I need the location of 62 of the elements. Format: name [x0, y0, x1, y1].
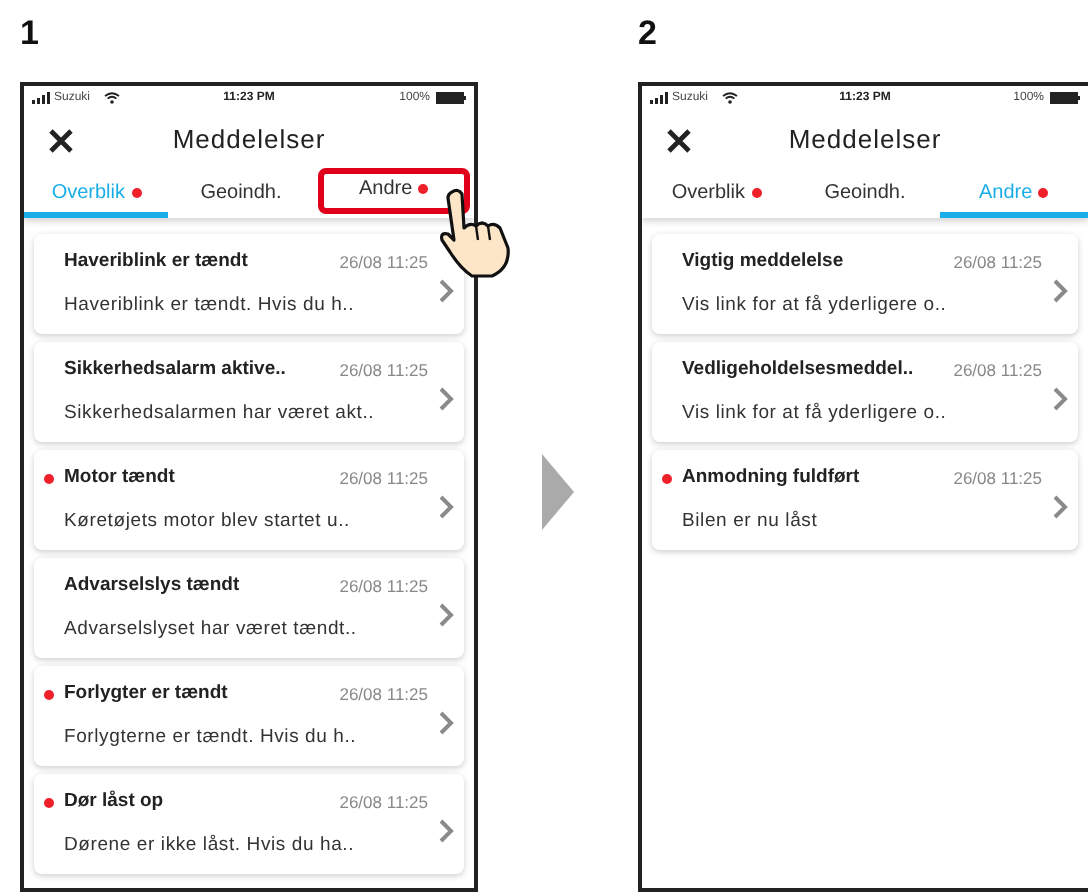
chevron-right-icon — [1052, 385, 1068, 411]
tab[interactable]: Geoindh. — [790, 172, 940, 218]
chevron-right-icon — [438, 385, 454, 411]
screen-title: Meddelelser — [170, 122, 328, 159]
message-time: 26/08 11:25 — [339, 682, 428, 708]
next-step-arrow-icon — [542, 453, 574, 529]
message-card[interactable]: Forlygter er tændt 26/08 11:25 Forlygterne er tændt. Hvis du h.. — [34, 666, 464, 766]
message-preview: Vis link for at få yderligere o.. — [682, 291, 949, 319]
message-title: Forlygter er tændt — [64, 680, 230, 709]
message-card[interactable]: Anmodning fuldført 26/08 11:25 Bilen er nu låst — [652, 450, 1078, 550]
battery-icon — [436, 91, 466, 103]
message-time: 26/08 11:25 — [339, 574, 428, 600]
step-number: 2 — [638, 16, 657, 50]
chevron-right-icon — [438, 709, 454, 735]
message-preview: Bilen er nu låst — [682, 507, 820, 535]
message-card[interactable]: Haveriblink er tændt 26/08 11:25 Haveriblink er tændt. Hvis du h.. — [34, 234, 464, 334]
chevron-right-icon — [1052, 493, 1068, 519]
tab[interactable]: Andre — [321, 172, 466, 210]
tab[interactable]: Overblik — [642, 172, 791, 218]
screen-title: Meddelelser — [786, 122, 944, 159]
message-time: 26/08 11:25 — [953, 466, 1042, 492]
message-time: 26/08 11:25 — [339, 466, 428, 492]
message-time: 26/08 11:25 — [953, 358, 1042, 384]
message-preview: Advarselslyset har været tændt.. — [64, 615, 359, 643]
message-preview: Dørene er ikke låst. Hvis du ha.. — [64, 831, 357, 859]
message-preview: Vis link for at få yderligere o.. — [682, 399, 949, 427]
chevron-right-icon — [438, 493, 454, 519]
signal-icon — [650, 91, 668, 103]
message-preview: Sikkerhedsalarmen har været akt.. — [64, 399, 377, 427]
message-title: Anmodning fuldført — [682, 464, 862, 493]
message-time: 26/08 11:25 — [339, 250, 428, 276]
message-card[interactable]: Advarselslys tændt 26/08 11:25 Advarselslyset har været tændt.. — [34, 558, 464, 658]
wifi-icon — [722, 91, 739, 103]
message-title: Motor tændt — [64, 464, 177, 493]
message-preview: Haveriblink er tændt. Hvis du h.. — [64, 291, 357, 319]
chevron-right-icon — [1052, 277, 1068, 303]
message-title: Vigtig meddelelse — [682, 248, 846, 277]
signal-icon — [32, 91, 50, 103]
tab[interactable]: Geoindh. — [168, 172, 314, 218]
message-card[interactable]: Vedligeholdelsesmeddel.. 26/08 11:25 Vis link for at få yderligere o.. — [652, 342, 1078, 442]
message-time: 26/08 11:25 — [339, 358, 428, 384]
close-icon[interactable] — [666, 127, 692, 153]
message-title: Sikkerhedsalarm aktive.. — [64, 356, 288, 385]
chevron-right-icon — [438, 601, 454, 627]
step-number: 1 — [20, 16, 39, 50]
message-title: Haveriblink er tændt — [64, 248, 250, 277]
chevron-right-icon — [438, 277, 454, 303]
message-preview: Forlygterne er tændt. Hvis du h.. — [64, 723, 359, 751]
message-time: 26/08 11:25 — [339, 790, 428, 816]
message-card[interactable]: Dør låst op 26/08 11:25 Dørene er ikke låst. Hvis du ha.. — [34, 774, 464, 874]
message-title: Advarselslys tændt — [64, 572, 242, 601]
close-icon[interactable] — [48, 127, 74, 153]
message-preview: Køretøjets motor blev startet u.. — [64, 507, 352, 535]
message-title: Dør låst op — [64, 788, 166, 817]
chevron-right-icon — [438, 817, 454, 843]
message-card[interactable]: Motor tændt 26/08 11:25 Køretøjets motor blev startet u.. — [34, 450, 464, 550]
battery-icon — [1050, 91, 1080, 103]
wifi-icon — [104, 91, 121, 103]
message-card[interactable]: Sikkerhedsalarm aktive.. 26/08 11:25 Sikkerhedsalarmen har været akt.. — [34, 342, 464, 442]
message-time: 26/08 11:25 — [953, 250, 1042, 276]
message-title: Vedligeholdelsesmeddel.. — [682, 356, 916, 385]
message-card[interactable]: Vigtig meddelelse 26/08 11:25 Vis link for at få yderligere o.. — [652, 234, 1078, 334]
